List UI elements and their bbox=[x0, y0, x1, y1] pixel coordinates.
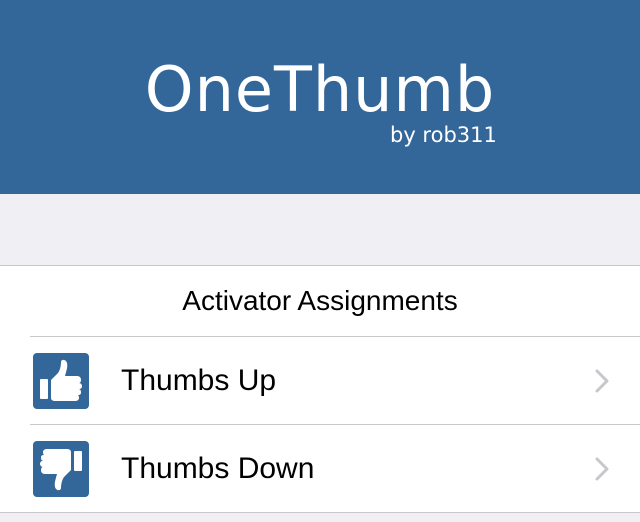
app-byline: by rob311 bbox=[390, 123, 497, 147]
thumbs-down-row[interactable]: Thumbs Down bbox=[0, 425, 640, 512]
app-title: OneThumb bbox=[144, 53, 496, 126]
group-title: Activator Assignments bbox=[182, 285, 458, 316]
app-header: OneThumb by rob311 bbox=[0, 0, 640, 194]
thumbs-up-icon bbox=[33, 353, 89, 409]
chevron-right-icon bbox=[592, 456, 612, 482]
group-bottom-divider bbox=[0, 512, 640, 513]
thumbs-up-row[interactable]: Thumbs Up bbox=[0, 337, 640, 424]
thumbs-up-label: Thumbs Up bbox=[121, 364, 277, 397]
chevron-right-icon bbox=[592, 368, 612, 394]
thumbs-down-icon bbox=[33, 441, 89, 497]
settings-group: Activator Assignments Thumbs Up Thumbs D… bbox=[0, 266, 640, 512]
thumbs-down-label: Thumbs Down bbox=[121, 452, 315, 485]
